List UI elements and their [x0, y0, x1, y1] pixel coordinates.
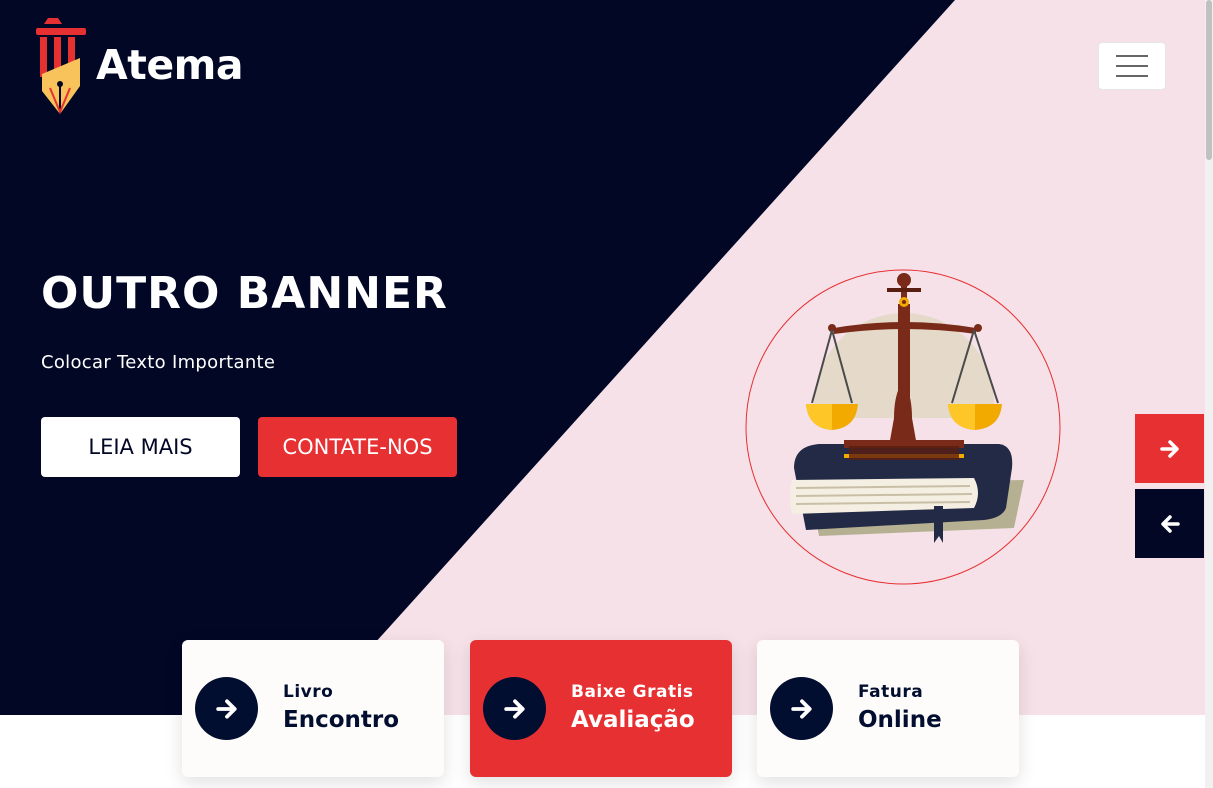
card-big-label: Avaliação: [571, 707, 695, 733]
hamburger-icon-bar: [1116, 75, 1148, 77]
card-small-label: Livro: [283, 682, 334, 702]
arrow-right-icon: [1159, 439, 1179, 458]
scales-of-justice-on-book-icon: [745, 269, 1061, 585]
arrow-right-icon: [215, 698, 237, 719]
slider-next-button[interactable]: [1135, 414, 1204, 483]
slider-prev-button[interactable]: [1135, 489, 1204, 558]
card-free-evaluation[interactable]: Baixe Gratis Avaliação: [470, 640, 732, 777]
hamburger-icon-bar: [1116, 65, 1148, 67]
card-book-meeting[interactable]: Livro Encontro: [182, 640, 444, 777]
hero-subtitle: Colocar Texto Importante: [41, 352, 276, 373]
arrow-left-icon: [1160, 514, 1180, 533]
brand-logo[interactable]: Atema: [32, 16, 272, 116]
card-small-label: Baixe Gratis: [571, 682, 694, 702]
arrow-right-icon: [503, 698, 525, 719]
menu-toggle-button[interactable]: [1098, 42, 1166, 90]
pen-column-icon: [36, 18, 86, 115]
card-arrow-circle: [195, 677, 258, 740]
scrollbar-thumb[interactable]: [1206, 0, 1212, 160]
hero-title: OUTRO BANNER: [41, 268, 448, 319]
brand-name: Atema: [96, 41, 244, 89]
hamburger-icon: [1116, 55, 1148, 57]
contact-button[interactable]: CONTATE-NOS: [258, 417, 457, 477]
page-scrollbar[interactable]: [1205, 0, 1213, 788]
card-online-invoice[interactable]: Fatura Online: [757, 640, 1019, 777]
card-big-label: Encontro: [283, 707, 400, 733]
card-big-label: Online: [858, 707, 942, 733]
card-arrow-circle: [483, 677, 546, 740]
arrow-right-icon: [790, 698, 812, 719]
card-arrow-circle: [770, 677, 833, 740]
card-small-label: Fatura: [858, 682, 924, 702]
read-more-button[interactable]: LEIA MAIS: [41, 417, 240, 477]
